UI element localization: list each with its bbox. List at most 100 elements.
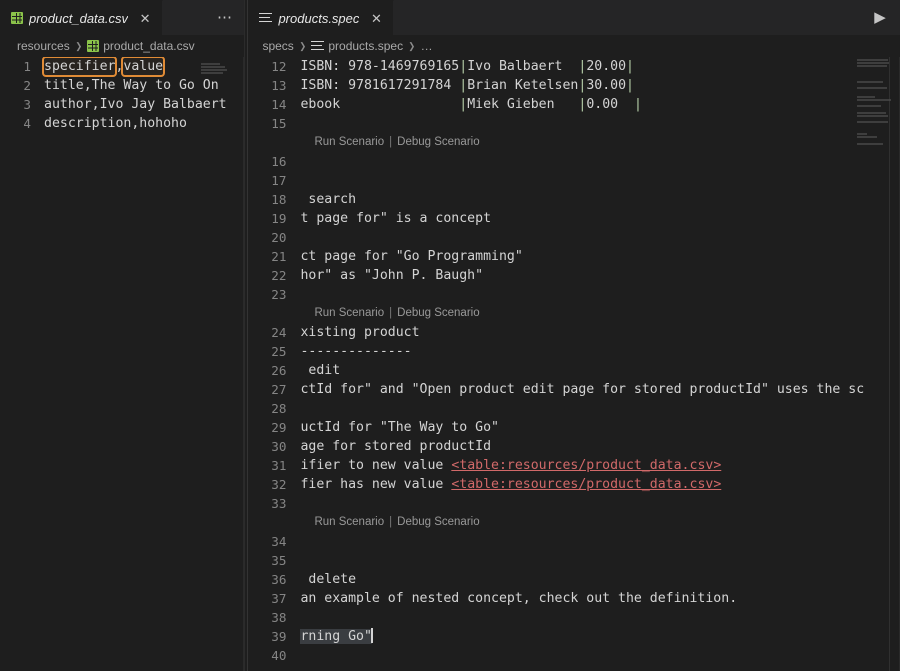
line-number: 36 <box>271 572 287 587</box>
code-line[interactable]: 12 ISBN: 978-1469769165|Ivo Balbaert |20.… <box>248 57 900 76</box>
code-line[interactable]: 15 <box>248 114 900 133</box>
breadcrumb-left: resources ❯ product_data.csv <box>0 35 245 57</box>
lines-icon <box>259 12 273 24</box>
code-line[interactable]: 30 age for stored productId <box>248 437 900 456</box>
code-text: ISBN: 9781617291784 |Brian Ketelsen|30.0… <box>300 76 634 95</box>
code-line[interactable]: 28 <box>248 399 900 418</box>
line-number: 38 <box>271 610 287 625</box>
editor-group-left: product_data.csv ✕ ⋯ resources ❯ product… <box>0 0 245 671</box>
run-scenario-link[interactable]: Run Scenario <box>314 133 384 152</box>
code-line[interactable]: 23 <box>248 285 900 304</box>
line-number: 35 <box>271 553 287 568</box>
table-cell-text: Brian Ketelsen <box>467 78 579 93</box>
line-number: 28 <box>271 401 287 416</box>
close-icon[interactable]: ✕ <box>138 12 152 25</box>
code-line[interactable]: 27 ctId for" and "Open product edit page … <box>248 380 900 399</box>
code-line[interactable]: 19 t page for" is a concept <box>248 209 900 228</box>
tab-product-data-csv[interactable]: product_data.csv ✕ <box>0 0 164 35</box>
line-number: 37 <box>271 591 287 606</box>
breadcrumb-item-products-spec[interactable]: products.spec <box>311 39 403 53</box>
code-text: an example of nested concept, check out … <box>300 591 738 606</box>
run-scenario-link[interactable]: Run Scenario <box>314 513 384 532</box>
table-cell-text: ISBN: 978-1469769165 <box>300 59 460 74</box>
code-line[interactable]: 39 rning Go" <box>248 627 900 646</box>
code-line[interactable]: 4 description,hohoho <box>0 114 244 133</box>
code-text: edit <box>300 363 341 378</box>
line-number: 26 <box>271 363 287 378</box>
line-number: 23 <box>271 287 287 302</box>
tab-label: products.spec <box>278 10 360 26</box>
codelens-row: Run Scenario | Debug Scenario <box>248 133 900 152</box>
breadcrumb-label: … <box>420 39 433 53</box>
line-number: 27 <box>271 382 287 397</box>
line-number: 17 <box>271 173 287 188</box>
run-icon[interactable]: ▶ <box>870 8 890 28</box>
code-line[interactable]: 38 <box>248 608 900 627</box>
code-line[interactable]: 20 <box>248 228 900 247</box>
code-text: fier has new value <table:resources/prod… <box>300 475 721 494</box>
code-line[interactable]: 26 edit <box>248 361 900 380</box>
code-line[interactable]: 33 <box>248 494 900 513</box>
debug-scenario-link[interactable]: Debug Scenario <box>397 304 479 323</box>
line-number: 29 <box>271 420 287 435</box>
editor-right[interactable]: 12 ISBN: 978-1469769165|Ivo Balbaert |20.… <box>248 57 900 671</box>
code-line[interactable]: 3 author,Ivo Jay Balbaert <box>0 95 244 114</box>
line-number: 18 <box>271 192 287 207</box>
line-number: 40 <box>271 648 287 663</box>
code-line[interactable]: 34 <box>248 532 900 551</box>
code-line[interactable]: 21 ct page for "Go Programming" <box>248 247 900 266</box>
editor-left[interactable]: 1 specifier,value 2 title,The Way to Go On 3… <box>0 57 245 671</box>
code-line[interactable]: 24 xisting product <box>248 323 900 342</box>
line-number: 12 <box>271 59 287 74</box>
table-cell-separator: | <box>626 78 634 93</box>
breadcrumb-right: specs ❯ products.spec ❯ … <box>248 35 900 57</box>
code-line[interactable]: 37 an example of nested concept, check ou… <box>248 589 900 608</box>
breadcrumb-item-resources[interactable]: resources <box>17 39 70 53</box>
table-cell-separator: | <box>459 59 468 74</box>
code-line[interactable]: 35 <box>248 551 900 570</box>
code-text: age for stored productId <box>300 439 492 454</box>
code-line[interactable]: 17 <box>248 171 900 190</box>
line-number: 25 <box>271 344 287 359</box>
code-text: -------------- <box>300 344 412 359</box>
tabbar-actions-right: ▶ <box>870 0 900 35</box>
codelens-row: Run Scenario | Debug Scenario <box>248 304 900 323</box>
code-text: ct page for "Go Programming" <box>300 249 523 264</box>
line-number: 15 <box>271 116 287 131</box>
table-cell-text: Miek Gieben <box>467 97 579 112</box>
table-reference-token[interactable]: <table:resources/product_data.csv> <box>451 458 721 473</box>
debug-scenario-link[interactable]: Debug Scenario <box>397 133 479 152</box>
table-cell-text: 20.00 <box>586 59 627 74</box>
table-cell-text: ebook <box>300 97 460 112</box>
code-line[interactable]: 16 <box>248 152 900 171</box>
code-line[interactable]: 14 ebook |Miek Gieben |0.00 | <box>248 95 900 114</box>
table-reference-token[interactable]: <table:resources/product_data.csv> <box>451 477 721 492</box>
line-number: 31 <box>271 458 287 473</box>
code-line[interactable]: 13 ISBN: 9781617291784 |Brian Ketelsen|30… <box>248 76 900 95</box>
close-icon[interactable]: ✕ <box>369 12 383 25</box>
debug-scenario-link[interactable]: Debug Scenario <box>397 513 479 532</box>
code-line[interactable]: 2 title,The Way to Go On <box>0 76 244 95</box>
code-line[interactable]: 29 uctId for "The Way to Go" <box>248 418 900 437</box>
breadcrumb-item-product-data-csv[interactable]: product_data.csv <box>87 39 195 53</box>
code-line[interactable]: 25 -------------- <box>248 342 900 361</box>
tabbar-filler-left <box>163 0 215 35</box>
breadcrumb-item-specs[interactable]: specs <box>262 39 293 53</box>
more-actions-icon[interactable]: ⋯ <box>214 8 234 28</box>
code-line[interactable]: 1 specifier,value <box>0 57 244 77</box>
code-line[interactable]: 40 <box>248 646 900 665</box>
find-match-highlight: value <box>121 57 166 77</box>
run-scenario-link[interactable]: Run Scenario <box>314 304 384 323</box>
code-text: hor" as "John P. Baugh" <box>300 268 484 283</box>
breadcrumb-item-overflow[interactable]: … <box>421 39 433 53</box>
codelens-separator: | <box>389 516 393 528</box>
code-line[interactable]: 18 search <box>248 190 900 209</box>
line-number: 3 <box>23 97 31 112</box>
code-line[interactable]: 36 delete <box>248 570 900 589</box>
find-match-highlight: specifier <box>41 57 118 77</box>
code-line[interactable]: 31 ifier to new value <table:resources/pr… <box>248 456 900 475</box>
line-number: 20 <box>271 230 287 245</box>
tab-products-spec[interactable]: products.spec ✕ <box>248 0 395 35</box>
code-line[interactable]: 32 fier has new value <table:resources/pr… <box>248 475 900 494</box>
code-line[interactable]: 22 hor" as "John P. Baugh" <box>248 266 900 285</box>
